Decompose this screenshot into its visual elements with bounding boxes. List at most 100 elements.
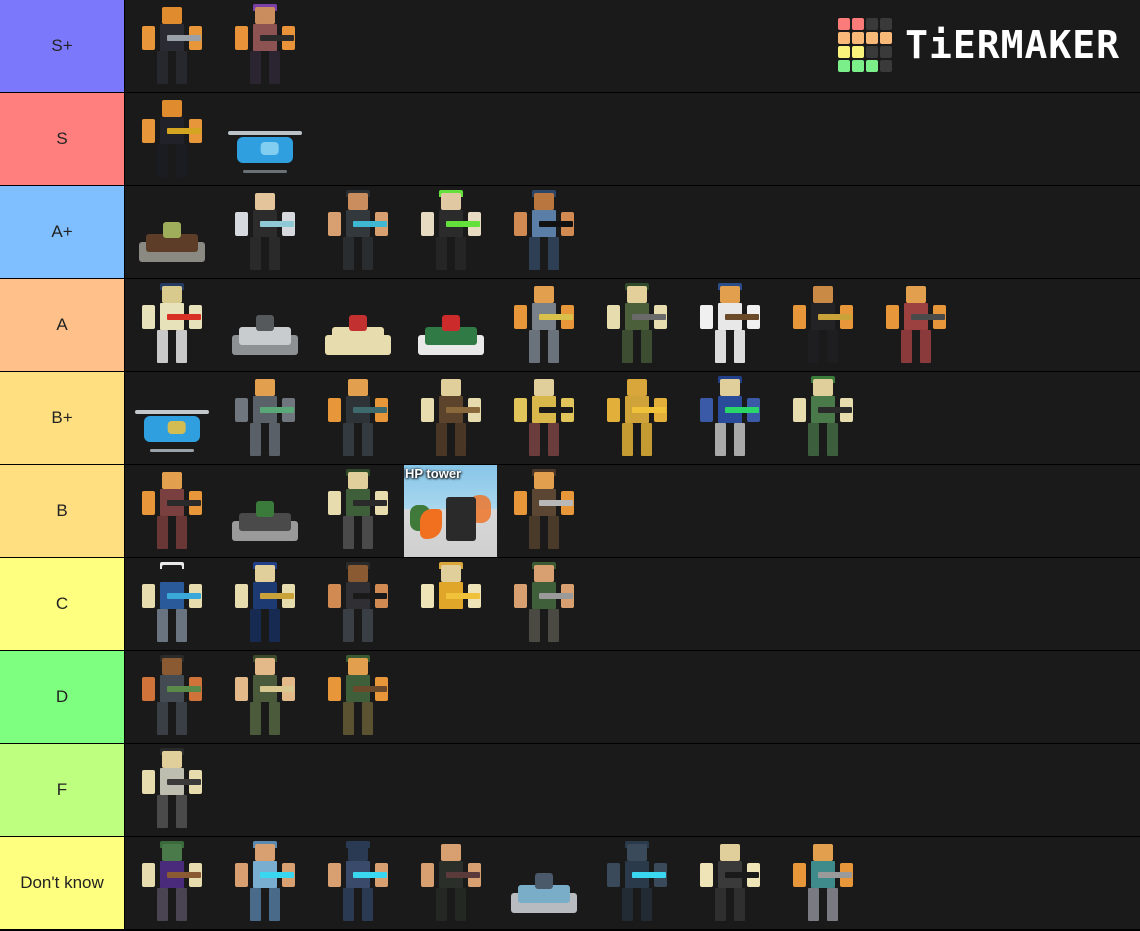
tier-item[interactable]	[125, 279, 218, 371]
tier-item[interactable]	[218, 186, 311, 278]
figure-leg-right	[640, 888, 652, 921]
tier-label-a[interactable]: A	[0, 279, 125, 371]
tiermaker-logo[interactable]: TiERMAKER	[838, 18, 1120, 72]
tier-item[interactable]	[218, 93, 311, 185]
figure-leg-left	[249, 423, 261, 456]
tier-item[interactable]	[125, 465, 218, 557]
tier-item[interactable]	[218, 465, 311, 557]
tier-item[interactable]	[311, 465, 404, 557]
tier-item[interactable]	[776, 279, 869, 371]
figure-leg-right	[175, 888, 187, 921]
tier-item[interactable]	[125, 0, 218, 92]
tier-item[interactable]	[311, 186, 404, 278]
tier-row: A	[0, 279, 1140, 372]
tier-item[interactable]	[311, 651, 404, 743]
figure-weapon	[352, 500, 387, 506]
figure	[141, 841, 203, 926]
figure	[606, 377, 668, 461]
tier-item[interactable]	[311, 279, 404, 371]
tier-label-b[interactable]: B+	[0, 372, 125, 464]
figure-arm-left	[141, 677, 155, 701]
figure-head	[719, 844, 740, 861]
tier-item[interactable]	[683, 372, 776, 464]
figure	[327, 655, 389, 740]
tier-item[interactable]	[218, 372, 311, 464]
vehicle-window	[260, 142, 279, 155]
tier-item[interactable]	[683, 837, 776, 929]
figure-leg-right	[175, 609, 187, 642]
tier-item[interactable]	[404, 372, 497, 464]
tier-item[interactable]	[404, 837, 497, 929]
tier-item[interactable]	[218, 558, 311, 650]
tier-item[interactable]	[869, 279, 962, 371]
tier-items-3[interactable]	[125, 279, 1140, 371]
tier-item[interactable]	[497, 558, 590, 650]
logo-cell-1-1	[852, 32, 865, 44]
tier-item[interactable]	[125, 651, 218, 743]
figure-leg-left	[807, 423, 819, 456]
tier-item[interactable]	[125, 744, 218, 836]
tier-item[interactable]	[497, 465, 590, 557]
tier-label-s[interactable]: S+	[0, 0, 125, 92]
tier-item[interactable]	[125, 837, 218, 929]
tier-item[interactable]	[776, 837, 869, 929]
tier-items-4[interactable]	[125, 372, 1140, 464]
figure-leg-left	[156, 51, 168, 84]
figure	[885, 284, 947, 368]
object-detail	[348, 315, 367, 331]
tier-items-1[interactable]	[125, 93, 1140, 185]
tier-items-5[interactable]: HP tower	[125, 465, 1140, 557]
tier-item[interactable]	[590, 372, 683, 464]
tier-label-b[interactable]: B	[0, 465, 125, 557]
tier-item[interactable]	[590, 279, 683, 371]
tier-label-don-t-know[interactable]: Don't know	[0, 837, 125, 929]
tier-item[interactable]	[497, 372, 590, 464]
figure-weapon	[631, 407, 666, 413]
figure-leg-right	[826, 423, 838, 456]
tier-item[interactable]	[497, 837, 590, 929]
tier-item[interactable]	[404, 558, 497, 650]
tier-item[interactable]	[125, 372, 218, 464]
tier-items-6[interactable]	[125, 558, 1140, 650]
tier-items-2[interactable]	[125, 186, 1140, 278]
figure-arm-left	[513, 398, 527, 422]
tier-items-7[interactable]	[125, 651, 1140, 743]
figure-leg-left	[156, 144, 168, 177]
tier-item[interactable]: HP tower	[404, 465, 497, 557]
tier-item[interactable]	[404, 279, 497, 371]
tier-item[interactable]	[497, 186, 590, 278]
tier-label-f[interactable]: F	[0, 744, 125, 836]
tier-item[interactable]	[125, 558, 218, 650]
tier-item[interactable]	[218, 651, 311, 743]
figure-arm-left	[141, 863, 155, 887]
tier-item[interactable]	[590, 837, 683, 929]
figure-head	[812, 844, 833, 861]
figure-arm-left	[513, 491, 527, 515]
figure	[699, 283, 761, 368]
tier-item[interactable]	[218, 0, 311, 92]
figure-leg-right	[268, 51, 280, 84]
figure	[513, 284, 575, 368]
figure-leg-left	[156, 330, 168, 363]
tier-label-s[interactable]: S	[0, 93, 125, 185]
tier-item[interactable]	[776, 372, 869, 464]
tier-item[interactable]	[218, 837, 311, 929]
tier-label-a[interactable]: A+	[0, 186, 125, 278]
tier-item[interactable]	[218, 279, 311, 371]
tier-item[interactable]	[311, 837, 404, 929]
tier-label-d[interactable]: D	[0, 651, 125, 743]
tier-item[interactable]	[404, 186, 497, 278]
tier-item[interactable]	[497, 279, 590, 371]
figure	[234, 4, 296, 89]
tier-item[interactable]	[125, 93, 218, 185]
figure-head	[161, 565, 182, 582]
tier-items-9[interactable]	[125, 837, 1140, 929]
tier-item[interactable]	[683, 279, 776, 371]
tier-items-8[interactable]	[125, 744, 1140, 836]
tier-item[interactable]	[311, 558, 404, 650]
tier-rows-container: S+ S A+ A B+ B HP tower C D F Don't know	[0, 0, 1140, 930]
tier-item[interactable]	[311, 372, 404, 464]
figure-head	[161, 7, 182, 24]
tier-item[interactable]	[125, 186, 218, 278]
tier-label-c[interactable]: C	[0, 558, 125, 650]
